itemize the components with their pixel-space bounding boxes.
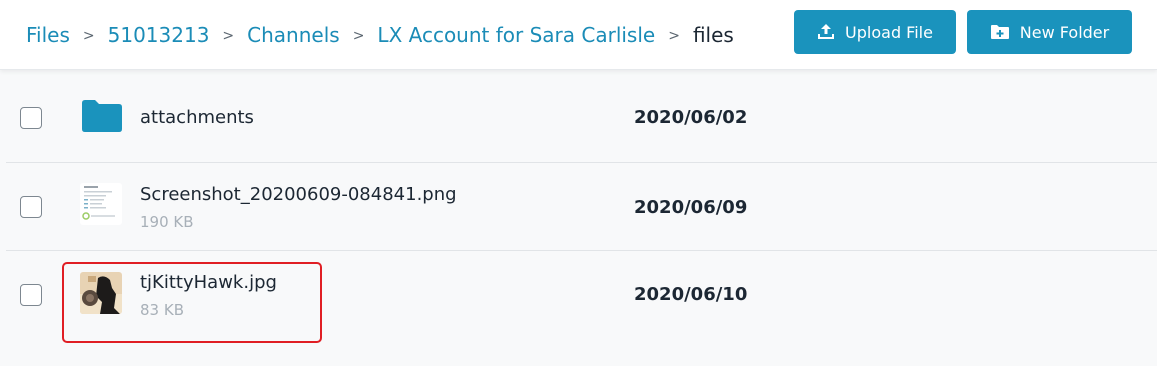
- upload-file-button[interactable]: Upload File: [794, 10, 956, 54]
- folder-icon: [80, 98, 124, 134]
- breadcrumb-channels[interactable]: Channels: [247, 22, 340, 48]
- breadcrumb-channel-name[interactable]: LX Account for Sara Carlisle: [377, 22, 655, 48]
- breadcrumb-current-folder: files: [692, 22, 734, 47]
- file-row-screenshot[interactable]: Screenshot_20200609-084841.png 190 KB 20…: [6, 163, 1157, 251]
- breadcrumb-files[interactable]: Files: [26, 22, 70, 48]
- file-name[interactable]: Screenshot_20200609-084841.png: [140, 184, 457, 205]
- file-list: attachments 2020/06/02 Screenshot_202006…: [0, 70, 1157, 366]
- new-folder-label: New Folder: [1019, 22, 1110, 42]
- screenshot-thumbnail: [80, 183, 122, 225]
- breadcrumb-separator: >: [82, 28, 95, 44]
- new-folder-button[interactable]: New Folder: [967, 10, 1132, 54]
- upload-icon: [817, 23, 835, 41]
- file-date: 2020/06/02: [634, 107, 748, 128]
- breadcrumb-separator: >: [668, 28, 680, 44]
- folder-plus-icon: [990, 24, 1010, 40]
- breadcrumb-account-id[interactable]: 51013213: [108, 22, 210, 48]
- row-checkbox[interactable]: [20, 196, 42, 218]
- file-name[interactable]: attachments: [140, 107, 254, 128]
- file-date: 2020/06/10: [634, 284, 748, 305]
- file-row-kittyhawk[interactable]: tjKittyHawk.jpg 83 KB 2020/06/10: [6, 251, 1157, 339]
- breadcrumb-separator: >: [352, 28, 365, 44]
- file-date: 2020/06/09: [634, 197, 748, 218]
- file-size: 190 KB: [140, 213, 194, 231]
- breadcrumb: Files > 51013213 > Channels > LX Account…: [26, 20, 734, 49]
- row-checkbox[interactable]: [20, 107, 42, 129]
- breadcrumb-separator: >: [222, 28, 235, 44]
- file-size: 83 KB: [140, 301, 184, 319]
- header-bar: Files > 51013213 > Channels > LX Account…: [0, 0, 1157, 70]
- file-row-attachments[interactable]: attachments 2020/06/02: [6, 70, 1157, 163]
- file-name[interactable]: tjKittyHawk.jpg: [140, 272, 277, 293]
- upload-file-label: Upload File: [845, 22, 933, 42]
- photo-thumbnail: [80, 272, 122, 314]
- row-checkbox[interactable]: [20, 284, 42, 306]
